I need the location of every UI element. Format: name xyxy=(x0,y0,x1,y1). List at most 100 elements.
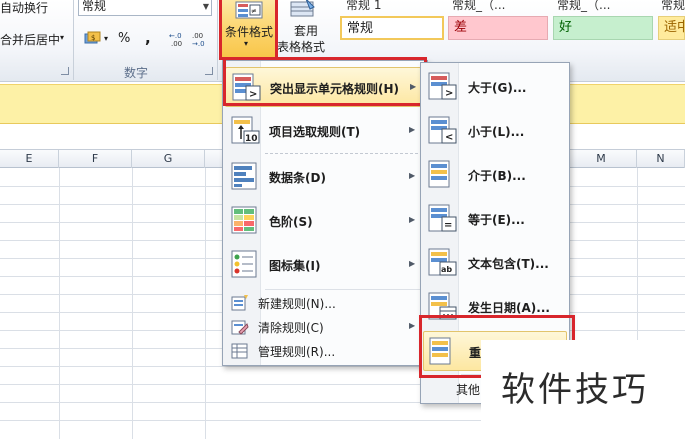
menu-item-label: 色阶(S) xyxy=(269,215,313,229)
group-separator xyxy=(217,0,218,80)
less-than-icon: < xyxy=(428,115,458,148)
merge-center-button[interactable]: 合并后居中 xyxy=(0,31,60,48)
cell-style-header: 常规 1 xyxy=(346,0,382,12)
highlight-box xyxy=(219,0,278,60)
cell-style-label: 好 xyxy=(559,20,573,35)
menu-separator xyxy=(265,289,423,290)
chevron-right-icon: ▶ xyxy=(409,321,416,330)
submenu-item-label: 大于(G)... xyxy=(468,81,527,95)
submenu-item-less-than[interactable]: < 小于(L)... xyxy=(423,111,567,151)
svg-text:←.0: ←.0 xyxy=(169,32,182,40)
grid-line xyxy=(205,168,206,439)
watermark: 软件技巧 xyxy=(481,340,685,439)
percent-style-button[interactable]: % xyxy=(118,31,130,46)
data-bars-icon xyxy=(231,161,261,194)
column-header-g[interactable]: G xyxy=(132,150,205,168)
wrap-text-button[interactable]: 自动换行 xyxy=(0,0,48,16)
cell-style-header: 常规_（... xyxy=(557,0,611,12)
group-separator xyxy=(73,0,74,80)
submenu-item-label: 其他 xyxy=(456,383,481,397)
format-as-table-button[interactable]: 套用 表格格式 xyxy=(276,0,336,58)
increase-decimal-icon[interactable]: ←.0.00 xyxy=(169,31,187,48)
svg-text:10: 10 xyxy=(245,134,258,144)
cell-style-normal[interactable]: 常规 xyxy=(340,16,444,40)
manage-rules-icon xyxy=(231,342,249,363)
menu-item-icon-sets[interactable]: 图标集(I) ▶ xyxy=(225,245,423,285)
decrease-decimal-icon[interactable]: .00 →.0 xyxy=(192,31,210,48)
format-as-table-label-line2: 表格格式 xyxy=(277,40,326,54)
cell-style-label: 差 xyxy=(454,20,468,35)
svg-text:<: < xyxy=(445,132,453,143)
svg-text:ab: ab xyxy=(441,265,452,274)
submenu-item-text-contains[interactable]: ab 文本包含(T)... xyxy=(423,243,567,283)
clear-rules-icon xyxy=(231,318,249,339)
text-contains-icon: ab xyxy=(428,247,458,280)
menu-item-new-rule[interactable]: 新建规则(N)... xyxy=(225,291,423,315)
cell-style-header: 常规_（... xyxy=(452,0,506,12)
svg-text:>: > xyxy=(445,88,453,99)
column-header-e[interactable]: E xyxy=(0,150,59,168)
number-dialog-launcher-icon[interactable] xyxy=(205,67,213,75)
menu-item-label: 清除规则(C) xyxy=(258,321,324,335)
comma-style-button[interactable]: , xyxy=(145,29,151,47)
svg-text:=: = xyxy=(444,220,452,231)
accounting-format-icon[interactable]: $ xyxy=(84,31,102,47)
highlight-box xyxy=(223,57,427,106)
greater-than-icon: > xyxy=(428,71,458,104)
menu-item-label: 管理规则(R)... xyxy=(258,345,336,359)
menu-item-label: 项目选取规则(T) xyxy=(269,125,361,139)
menu-separator xyxy=(265,153,423,154)
chevron-right-icon: ▶ xyxy=(409,259,416,268)
svg-text:.00: .00 xyxy=(171,40,182,47)
svg-text:.00: .00 xyxy=(192,32,203,40)
alignment-dialog-launcher-icon[interactable] xyxy=(61,67,69,75)
cell-style-label: 常规 xyxy=(347,21,374,36)
cell-style-label: 适中 xyxy=(664,20,684,35)
menu-item-label: 新建规则(N)... xyxy=(258,297,336,311)
svg-text:$: $ xyxy=(91,34,95,42)
submenu-item-label: 小于(L)... xyxy=(468,125,525,139)
cell-style-header: 常规 xyxy=(661,0,685,12)
cell-style-neutral[interactable]: 适中 xyxy=(658,16,685,40)
submenu-item-label: 文本包含(T)... xyxy=(468,257,549,271)
submenu-item-between[interactable]: 介于(B)... xyxy=(423,155,567,195)
grid-line xyxy=(59,168,60,439)
menu-item-manage-rules[interactable]: 管理规则(R)... xyxy=(225,339,423,363)
chevron-down-icon[interactable]: ▼ xyxy=(203,2,209,11)
svg-text:→.0: →.0 xyxy=(192,40,205,47)
cell-style-bad[interactable]: 差 xyxy=(448,16,548,40)
chevron-right-icon: ▶ xyxy=(409,171,416,180)
accounting-dropdown-icon[interactable]: ▾ xyxy=(104,34,108,43)
submenu-item-label: 介于(B)... xyxy=(468,169,526,183)
menu-item-top-bottom-rules[interactable]: 10 项目选取规则(T) ▶ xyxy=(225,111,423,151)
new-rule-icon xyxy=(231,294,249,315)
format-as-table-icon xyxy=(290,0,316,21)
chevron-right-icon: ▶ xyxy=(409,215,416,224)
number-group-label: 数字 xyxy=(124,66,149,80)
submenu-item-greater-than[interactable]: > 大于(G)... xyxy=(423,67,567,107)
number-format-value: 常规 xyxy=(82,0,107,13)
column-header-n[interactable]: N xyxy=(637,150,685,168)
menu-item-label: 图标集(I) xyxy=(269,259,321,273)
menu-item-data-bars[interactable]: 数据条(D) ▶ xyxy=(225,157,423,197)
column-header-f[interactable]: F xyxy=(59,150,132,168)
submenu-item-equal-to[interactable]: = 等于(E)... xyxy=(423,199,567,239)
equal-to-icon: = xyxy=(428,203,458,236)
menu-item-clear-rules[interactable]: 清除规则(C) ▶ xyxy=(225,315,423,339)
format-as-table-label-line1: 套用 xyxy=(294,24,319,38)
between-icon xyxy=(428,159,458,192)
top-bottom-rules-icon: 10 xyxy=(231,115,261,148)
column-header-m[interactable]: M xyxy=(565,150,637,168)
grid-line xyxy=(132,168,133,439)
menu-item-color-scales[interactable]: 色阶(S) ▶ xyxy=(225,201,423,241)
color-scales-icon xyxy=(231,205,261,238)
menu-item-label: 数据条(D) xyxy=(269,171,326,185)
submenu-item-label: 发生日期(A)... xyxy=(468,301,550,315)
watermark-text: 软件技巧 xyxy=(501,370,649,410)
chevron-right-icon: ▶ xyxy=(409,125,416,134)
merge-dropdown-icon[interactable]: ▾ xyxy=(60,33,64,42)
cell-style-good[interactable]: 好 xyxy=(553,16,653,40)
submenu-item-label: 等于(E)... xyxy=(468,213,525,227)
number-format-combo[interactable]: 常规 ▼ xyxy=(78,0,212,16)
icon-sets-icon xyxy=(231,249,261,282)
